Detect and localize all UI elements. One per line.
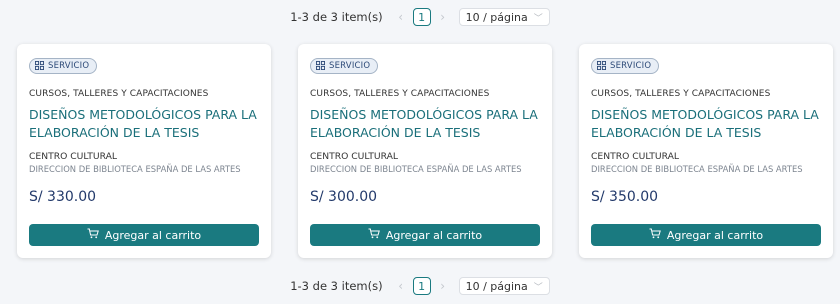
product-price: S/ 330.00: [29, 189, 97, 205]
product-title[interactable]: DISEÑOS METODOLÓGICOS PARA LA ELABORACIÓ…: [310, 106, 540, 142]
chevron-right-icon[interactable]: ›: [435, 10, 451, 24]
badge-label: SERVICIO: [329, 60, 371, 71]
product-card: SERVICIO CURSOS, TALLERES Y CAPACITACION…: [17, 44, 271, 258]
pagination-total: 1-3 de 3 item(s): [290, 10, 383, 24]
product-title[interactable]: DISEÑOS METODOLÓGICOS PARA LA ELABORACIÓ…: [591, 106, 821, 142]
page-size-select[interactable]: 10 / página ﹀: [458, 8, 550, 26]
shopping-cart-icon: [87, 228, 99, 242]
page-size-select[interactable]: 10 / página ﹀: [458, 277, 550, 295]
product-organization: CENTRO CULTURAL: [29, 151, 117, 162]
badge-label: SERVICIO: [48, 60, 90, 71]
product-price: S/ 350.00: [591, 189, 659, 205]
pagination-total: 1-3 de 3 item(s): [290, 279, 383, 293]
shopping-cart-icon: [368, 228, 380, 242]
page-1-button[interactable]: 1: [412, 277, 431, 295]
product-card: SERVICIO CURSOS, TALLERES Y CAPACITACION…: [298, 44, 552, 258]
add-to-cart-button[interactable]: Agregar al carrito: [310, 224, 540, 246]
chevron-left-icon[interactable]: ‹: [393, 279, 409, 293]
product-category: CURSOS, TALLERES Y CAPACITACIONES: [591, 89, 771, 99]
page-1-button[interactable]: 1: [412, 8, 431, 26]
add-to-cart-label: Agregar al carrito: [666, 228, 764, 242]
service-badge: SERVICIO: [591, 57, 660, 74]
chevron-down-icon: ﹀: [533, 282, 543, 293]
product-card: SERVICIO CURSOS, TALLERES Y CAPACITACION…: [579, 44, 833, 258]
apps-grid-icon: [597, 61, 606, 70]
product-price: S/ 300.00: [310, 189, 378, 205]
badge-label: SERVICIO: [610, 60, 652, 71]
chevron-left-icon[interactable]: ‹: [393, 10, 409, 24]
add-to-cart-button[interactable]: Agregar al carrito: [591, 224, 821, 246]
product-department: DIRECCION DE BIBLIOTECA ESPAÑA DE LAS AR…: [29, 164, 241, 174]
pagination-top: 1-3 de 3 item(s) ‹ 1 › 10 / página ﹀: [0, 4, 840, 30]
product-department: DIRECCION DE BIBLIOTECA ESPAÑA DE LAS AR…: [591, 164, 803, 174]
product-title[interactable]: DISEÑOS METODOLÓGICOS PARA LA ELABORACIÓ…: [29, 106, 259, 142]
service-badge: SERVICIO: [310, 57, 379, 74]
chevron-right-icon[interactable]: ›: [435, 279, 451, 293]
product-organization: CENTRO CULTURAL: [591, 151, 679, 162]
service-badge: SERVICIO: [29, 57, 98, 74]
add-to-cart-label: Agregar al carrito: [385, 228, 483, 242]
chevron-down-icon: ﹀: [533, 13, 543, 24]
page-size-label: 10 / página: [465, 279, 528, 293]
product-category: CURSOS, TALLERES Y CAPACITACIONES: [29, 89, 209, 99]
add-to-cart-label: Agregar al carrito: [104, 228, 202, 242]
add-to-cart-button[interactable]: Agregar al carrito: [29, 224, 259, 246]
page-size-label: 10 / página: [465, 10, 528, 24]
product-category: CURSOS, TALLERES Y CAPACITACIONES: [310, 89, 490, 99]
shopping-cart-icon: [649, 228, 661, 242]
apps-grid-icon: [35, 61, 44, 70]
product-department: DIRECCION DE BIBLIOTECA ESPAÑA DE LAS AR…: [310, 164, 522, 174]
apps-grid-icon: [316, 61, 325, 70]
product-organization: CENTRO CULTURAL: [310, 151, 398, 162]
pagination-bottom: 1-3 de 3 item(s) ‹ 1 › 10 / página ﹀: [0, 273, 840, 299]
